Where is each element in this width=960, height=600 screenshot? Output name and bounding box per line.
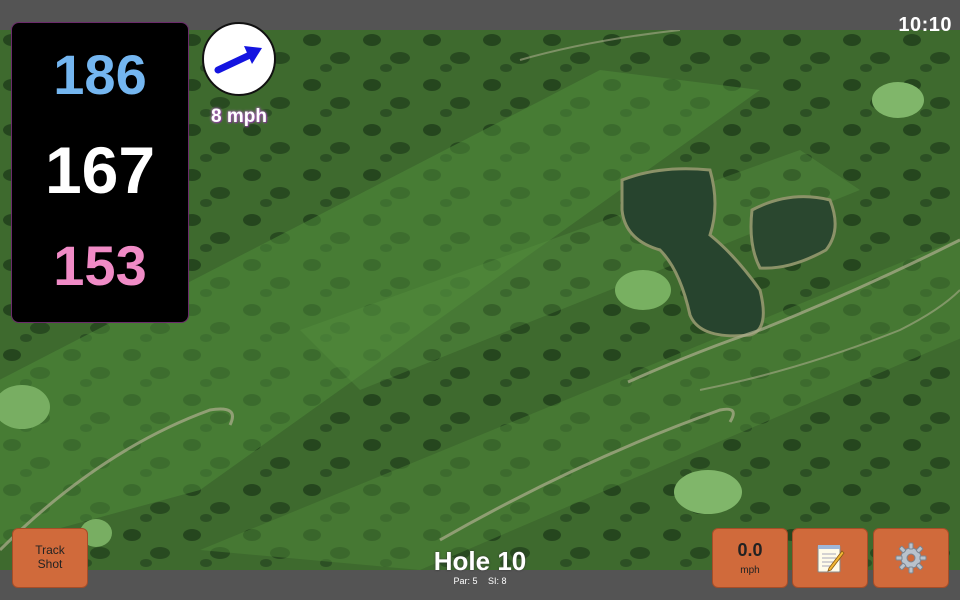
- hole-title: Hole 10: [433, 546, 527, 576]
- wind-arrow-icon: [214, 46, 262, 74]
- hole-par: Par: 5: [453, 576, 478, 586]
- speed-button[interactable]: 0.0 mph: [712, 528, 788, 588]
- distance-middle-of-green: 167: [44, 133, 156, 207]
- settings-button[interactable]: [873, 528, 949, 588]
- notes-button[interactable]: [792, 528, 868, 588]
- track-shot-label: Track Shot: [35, 543, 65, 571]
- clock-time: 10:10: [898, 14, 952, 36]
- gear-icon: [895, 542, 927, 574]
- speed-unit: mph: [740, 565, 760, 576]
- distance-front-of-green: 153: [53, 234, 147, 297]
- wind-speed-label: 8 mph: [211, 106, 267, 127]
- wind-direction-indicator: [202, 22, 276, 96]
- distance-panel: 186 167 153: [11, 22, 189, 323]
- hole-info: Par: 5 SI: 8: [380, 577, 580, 586]
- distance-back-of-green: 186: [53, 43, 147, 106]
- speed-value: 0.0: [737, 540, 763, 560]
- hole-stroke-index: SI: 8: [488, 576, 507, 586]
- notepad-icon: [817, 545, 845, 573]
- track-shot-button[interactable]: Track Shot: [12, 528, 88, 588]
